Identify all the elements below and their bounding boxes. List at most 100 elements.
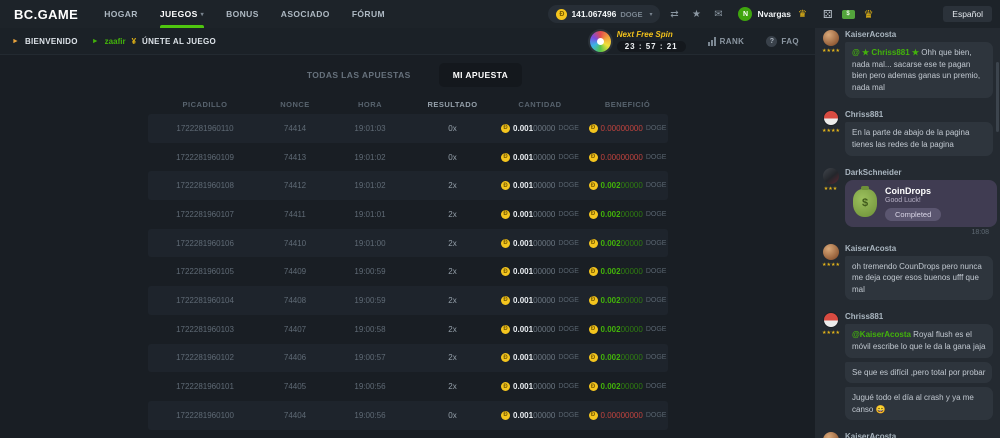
language-button[interactable]: Español (943, 6, 992, 22)
topbar-main: BC.GAME HOGAR JUEGOS▾ BONUS ASOCIADO FÓR… (0, 0, 815, 28)
bets-section: TODAS LAS APUESTAS MI APUESTA PICADILLO … (0, 55, 815, 438)
chat-message-left: ★★★★ (822, 244, 839, 305)
doge-coin-icon: Ð (589, 181, 598, 190)
announcement-username[interactable]: zaafir (105, 37, 126, 46)
chat-scrollbar[interactable] (996, 62, 999, 132)
table-body: 1722281960110 74414 19:01:03 0x Ð 0.0010… (148, 114, 668, 430)
cash-icon[interactable]: $ (842, 10, 855, 19)
chat-mention[interactable]: @ ★ Chriss881 ★ (852, 48, 921, 57)
chat-mention[interactable]: @KaiserAcosta (852, 330, 913, 339)
balance-currency: DOGE (620, 10, 642, 19)
nav-hogar[interactable]: HOGAR (104, 0, 138, 28)
chat-avatar[interactable] (823, 168, 839, 184)
chat-message-body: Chriss881 En la parte de abajo de la pag… (845, 110, 993, 159)
chat-avatar[interactable] (823, 110, 839, 126)
table-row[interactable]: 1722281960106 74410 19:01:00 2x Ð 0.0010… (148, 229, 668, 258)
table-row[interactable]: 1722281960107 74411 19:01:01 2x Ð 0.0010… (148, 200, 668, 229)
chat-timestamp: 18:08 (845, 229, 993, 236)
table-row[interactable]: 1722281960102 74406 19:00:57 2x Ð 0.0010… (148, 344, 668, 373)
bet-amount: Ð 0.00100000 DOGE (493, 353, 588, 362)
nav-asociado[interactable]: ASOCIADO (281, 0, 330, 28)
nav-juegos[interactable]: JUEGOS▾ (160, 0, 204, 28)
table-row[interactable]: 1722281960105 74409 19:00:59 2x Ð 0.0010… (148, 257, 668, 286)
chat-message-left: ★★★ (822, 168, 839, 236)
currency-label: DOGE (646, 412, 667, 419)
logo[interactable]: BC.GAME (14, 7, 78, 22)
table-row[interactable]: 1722281960100 74404 19:00:56 0x Ð 0.0010… (148, 401, 668, 430)
tab-todas-las-apuestas[interactable]: TODAS LAS APUESTAS (293, 63, 425, 87)
nav-label: HOGAR (104, 9, 138, 19)
column-beneficio: BENEFICIÓ (588, 100, 668, 109)
bonus-star-icon[interactable]: ★ (688, 6, 704, 22)
chat-message: ★★★★ KaiserAcosta @ ★ Chriss881 ★ Ohh qu… (822, 30, 993, 102)
bet-nonce: 74411 (263, 210, 328, 219)
currency-label: DOGE (646, 211, 667, 218)
bet-nonce: 74408 (263, 296, 328, 305)
bet-hash: 1722281960109 (148, 153, 263, 162)
coindrops-subtitle: Good Luck! (885, 197, 941, 204)
column-hora: HORA (328, 100, 413, 109)
table-row[interactable]: 1722281960101 74405 19:00:56 2x Ð 0.0010… (148, 372, 668, 401)
doge-coin-icon: Ð (501, 382, 510, 391)
bet-hash: 1722281960105 (148, 267, 263, 276)
nav-label: FÓRUM (352, 9, 385, 19)
swap-icon[interactable]: ⇄ (666, 6, 682, 22)
chat-avatar[interactable] (823, 432, 839, 438)
mail-icon[interactable]: ✉ (710, 6, 726, 22)
chat-username[interactable]: Chriss881 (845, 110, 993, 119)
trophy-icon[interactable]: ♛ (864, 8, 874, 21)
coindrops-completed-button[interactable]: Completed (885, 208, 941, 221)
nav-bonus[interactable]: BONUS (226, 0, 259, 28)
bet-hash: 1722281960104 (148, 296, 263, 305)
bets-table: PICADILLO NONCE HORA RESULTADO CANTIDAD … (148, 94, 668, 430)
bet-result: 2x (413, 239, 493, 248)
bet-result: 0x (413, 411, 493, 420)
tab-mi-apuesta[interactable]: MI APUESTA (439, 63, 522, 87)
doge-coin-icon: Ð (501, 353, 510, 362)
welcome-label: BIENVENIDO (25, 37, 78, 46)
chat-message-left: ★★★★ (822, 110, 839, 159)
announce-icon: ► (92, 38, 99, 45)
vip-stars: ★★★★ (822, 128, 839, 134)
table-row[interactable]: 1722281960109 74413 19:01:02 0x Ð 0.0010… (148, 143, 668, 172)
chat-bubble: Se que es difícil ,pero total por probar (845, 362, 992, 384)
user-avatar: N (738, 7, 752, 21)
bet-result: 2x (413, 353, 493, 362)
bc-game-page: BC.GAME HOGAR JUEGOS▾ BONUS ASOCIADO FÓR… (0, 0, 1000, 438)
bet-amount: Ð 0.00100000 DOGE (493, 325, 588, 334)
balance-selector[interactable]: Ð 141.067496 DOGE ▾ (548, 5, 660, 23)
table-row[interactable]: 1722281960104 74408 19:00:59 2x Ð 0.0010… (148, 286, 668, 315)
chat-username[interactable]: KaiserAcosta (845, 244, 993, 253)
doge-coin-icon: Ð (589, 382, 598, 391)
vip-stars: ★★★★ (822, 330, 839, 336)
chat-avatar[interactable] (823, 30, 839, 46)
chat-username[interactable]: KaiserAcosta (845, 432, 993, 438)
faq-button[interactable]: ? FAQ (766, 36, 799, 47)
chat-avatar[interactable] (823, 244, 839, 260)
table-row[interactable]: 1722281960103 74407 19:00:58 2x Ð 0.0010… (148, 315, 668, 344)
doge-coin-icon: Ð (589, 411, 598, 420)
chat-username[interactable]: DarkSchneider (845, 168, 993, 177)
currency-label: DOGE (646, 383, 667, 390)
bet-hash: 1722281960103 (148, 325, 263, 334)
bet-nonce: 74413 (263, 153, 328, 162)
bet-time: 19:00:56 (328, 382, 413, 391)
bet-profit: Ð 0.00000000 DOGE (588, 411, 668, 420)
chat-username[interactable]: Chriss881 (845, 312, 993, 321)
free-spin-widget[interactable]: Next Free Spin 23 : 57 : 21 (590, 30, 686, 52)
chat-username[interactable]: KaiserAcosta (845, 30, 993, 39)
user-menu[interactable]: N Nvargas ♛ (738, 7, 807, 21)
dice-icon[interactable]: ⚄ (823, 8, 833, 21)
nav-forum[interactable]: FÓRUM (352, 0, 385, 28)
free-spin-title: Next Free Spin (617, 30, 686, 39)
chat-bubble: oh tremendo CounDrops pero nunca me deja… (845, 256, 993, 301)
rank-button[interactable]: RANK (708, 37, 745, 46)
coindrops-card[interactable]: CoinDropsGood Luck!Completed (845, 180, 997, 227)
doge-coin-icon: Ð (589, 325, 598, 334)
currency-label: DOGE (646, 240, 667, 247)
bet-time: 19:01:02 (328, 181, 413, 190)
chat-avatar[interactable] (823, 312, 839, 328)
table-row[interactable]: 1722281960110 74414 19:01:03 0x Ð 0.0010… (148, 114, 668, 143)
table-row[interactable]: 1722281960108 74412 19:01:02 2x Ð 0.0010… (148, 171, 668, 200)
bet-result: 0x (413, 153, 493, 162)
